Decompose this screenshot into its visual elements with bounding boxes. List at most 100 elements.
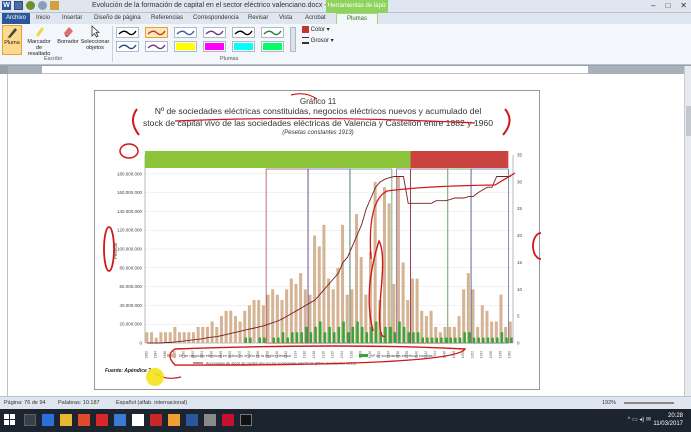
left-tick-label: 40.000.000	[119, 303, 142, 308]
app-icon-amber[interactable]	[168, 414, 180, 426]
tab-archivo[interactable]: Archivo	[2, 13, 31, 24]
zoom-level[interactable]: 192%	[602, 397, 616, 409]
bar-sociedades	[328, 326, 331, 343]
right-tick-label: 35	[517, 153, 523, 158]
tab-acrobat[interactable]: Acrobat	[305, 13, 326, 24]
bar-sociedades	[398, 321, 401, 343]
redo-icon[interactable]	[38, 1, 47, 10]
x-tick-label: 1954	[480, 351, 484, 358]
legend-negocios: Nº de negocios eléctricos en activo en e…	[179, 354, 292, 358]
folder-icon[interactable]	[60, 414, 72, 426]
x-tick-label: 1918	[312, 351, 316, 358]
tab-plumas[interactable]: Plumas	[336, 13, 379, 24]
pen-swatch[interactable]	[203, 41, 226, 52]
pen-swatch[interactable]	[261, 41, 284, 52]
pen-swatch[interactable]	[203, 27, 226, 38]
x-tick-label: 1950	[461, 351, 465, 358]
bar-sociedades	[342, 321, 345, 343]
tab-revisar[interactable]: Revisar	[248, 13, 268, 24]
right-tick-label: 5	[517, 314, 520, 319]
scroll-thumb[interactable]	[686, 106, 691, 136]
pen-swatch[interactable]	[116, 27, 139, 38]
pen-swatch[interactable]	[145, 41, 168, 52]
pen-swatch[interactable]	[174, 27, 197, 38]
app-icon-red[interactable]	[150, 414, 162, 426]
left-tick-label: 0	[139, 341, 142, 346]
word-count[interactable]: Palabras: 10.187	[58, 397, 100, 409]
language-indicator[interactable]: Español (alfab. internacional)	[116, 397, 187, 409]
bar-sociedades	[505, 337, 508, 343]
x-tick-label: 1922	[331, 351, 335, 358]
bar-sociedades	[393, 332, 397, 343]
pen-swatch[interactable]	[174, 41, 197, 52]
period-outline	[470, 168, 509, 344]
word-taskbar-icon[interactable]	[186, 414, 198, 426]
bar-sociedades	[314, 326, 317, 343]
pen-swatch[interactable]	[145, 27, 168, 38]
bar-sociedades	[286, 337, 289, 343]
pen-swatch[interactable]	[232, 27, 255, 38]
bar-negocios	[164, 332, 168, 343]
pen-swatch[interactable]	[116, 41, 139, 52]
pen-gallery-scroll[interactable]	[290, 27, 296, 52]
tab-vista[interactable]: Vista	[279, 13, 292, 24]
right-tick-label: 10	[517, 287, 523, 292]
tab-referencias[interactable]: Referencias	[151, 13, 183, 24]
vertical-scrollbar[interactable]	[684, 66, 691, 396]
start-button[interactable]	[4, 414, 16, 426]
app-icon-white[interactable]	[132, 414, 144, 426]
color-button[interactable]: Color ▾	[302, 26, 330, 33]
zoom-slider[interactable]	[624, 402, 674, 404]
tab-correspondencia[interactable]: Correspondencia	[193, 13, 239, 24]
save-icon[interactable]	[14, 1, 23, 10]
title-bar: W Evolución de la formación de capital e…	[0, 0, 691, 13]
word-app-icon[interactable]: W	[2, 1, 11, 10]
horizontal-ruler[interactable]	[8, 66, 684, 74]
pen-swatch[interactable]	[261, 27, 284, 38]
bar-sociedades	[291, 332, 294, 343]
tab-diseno-pagina[interactable]: Diseño de página	[94, 13, 141, 24]
bar-sociedades	[509, 337, 513, 343]
eraser-button[interactable]: Borrador	[56, 25, 80, 55]
minimize-button[interactable]: –	[651, 1, 655, 10]
close-button[interactable]: ✕	[680, 1, 687, 10]
left-tick-label: 160.000.000	[117, 190, 143, 195]
pen-icon[interactable]	[50, 1, 59, 10]
bar-negocios	[229, 310, 233, 343]
legend-sociedades: Nº de sociedades eléctricas inscritas	[371, 354, 433, 358]
pdf-icon[interactable]	[96, 414, 108, 426]
bar-sociedades	[249, 337, 252, 343]
highlighter-button[interactable]: Marcador de resaltado	[24, 25, 54, 57]
pluma-button[interactable]: Pluma	[2, 25, 22, 55]
app-icon-gray[interactable]	[204, 414, 216, 426]
chart-image[interactable]: 0 20.000.000 40.000.000 60.000.000 80.000.00…	[94, 90, 541, 390]
pen-swatch[interactable]	[232, 41, 255, 52]
app-icon-dark[interactable]	[240, 414, 252, 426]
app-icon-crimson[interactable]	[222, 414, 234, 426]
system-tray[interactable]: ^ ▭ ◂) ✉	[627, 416, 651, 423]
document-page[interactable]: 0 20.000.000 40.000.000 60.000.000 80.000.00…	[8, 74, 684, 396]
x-tick-label: 1920	[321, 351, 325, 358]
search-icon[interactable]	[24, 414, 36, 426]
bar-sociedades	[454, 337, 457, 343]
page-counter[interactable]: Página: 76 de 94	[4, 397, 46, 409]
left-tick-label: 180.000.000	[117, 171, 143, 176]
select-objects-button[interactable]: Seleccionar objetos	[80, 25, 110, 55]
bar-sociedades	[440, 337, 443, 343]
thickness-button[interactable]: Grosor ▾	[302, 37, 334, 44]
vertical-ruler[interactable]	[0, 74, 8, 396]
ribbon-separator	[112, 26, 113, 62]
maximize-button[interactable]: □	[665, 1, 670, 10]
undo-icon[interactable]	[26, 1, 35, 10]
clock[interactable]: 20:28 11/03/2017	[653, 412, 683, 428]
tab-insertar[interactable]: Insertar	[62, 13, 82, 24]
highlighter-icon	[36, 27, 44, 37]
app-icon-orange[interactable]	[78, 414, 90, 426]
bar-sociedades	[402, 326, 406, 343]
bar-negocios	[238, 321, 242, 343]
app-icon-blue[interactable]	[114, 414, 126, 426]
browser-icon[interactable]	[42, 414, 54, 426]
bar-sociedades	[370, 326, 373, 343]
tab-inicio[interactable]: Inicio	[36, 13, 50, 24]
bar-negocios	[224, 310, 228, 343]
